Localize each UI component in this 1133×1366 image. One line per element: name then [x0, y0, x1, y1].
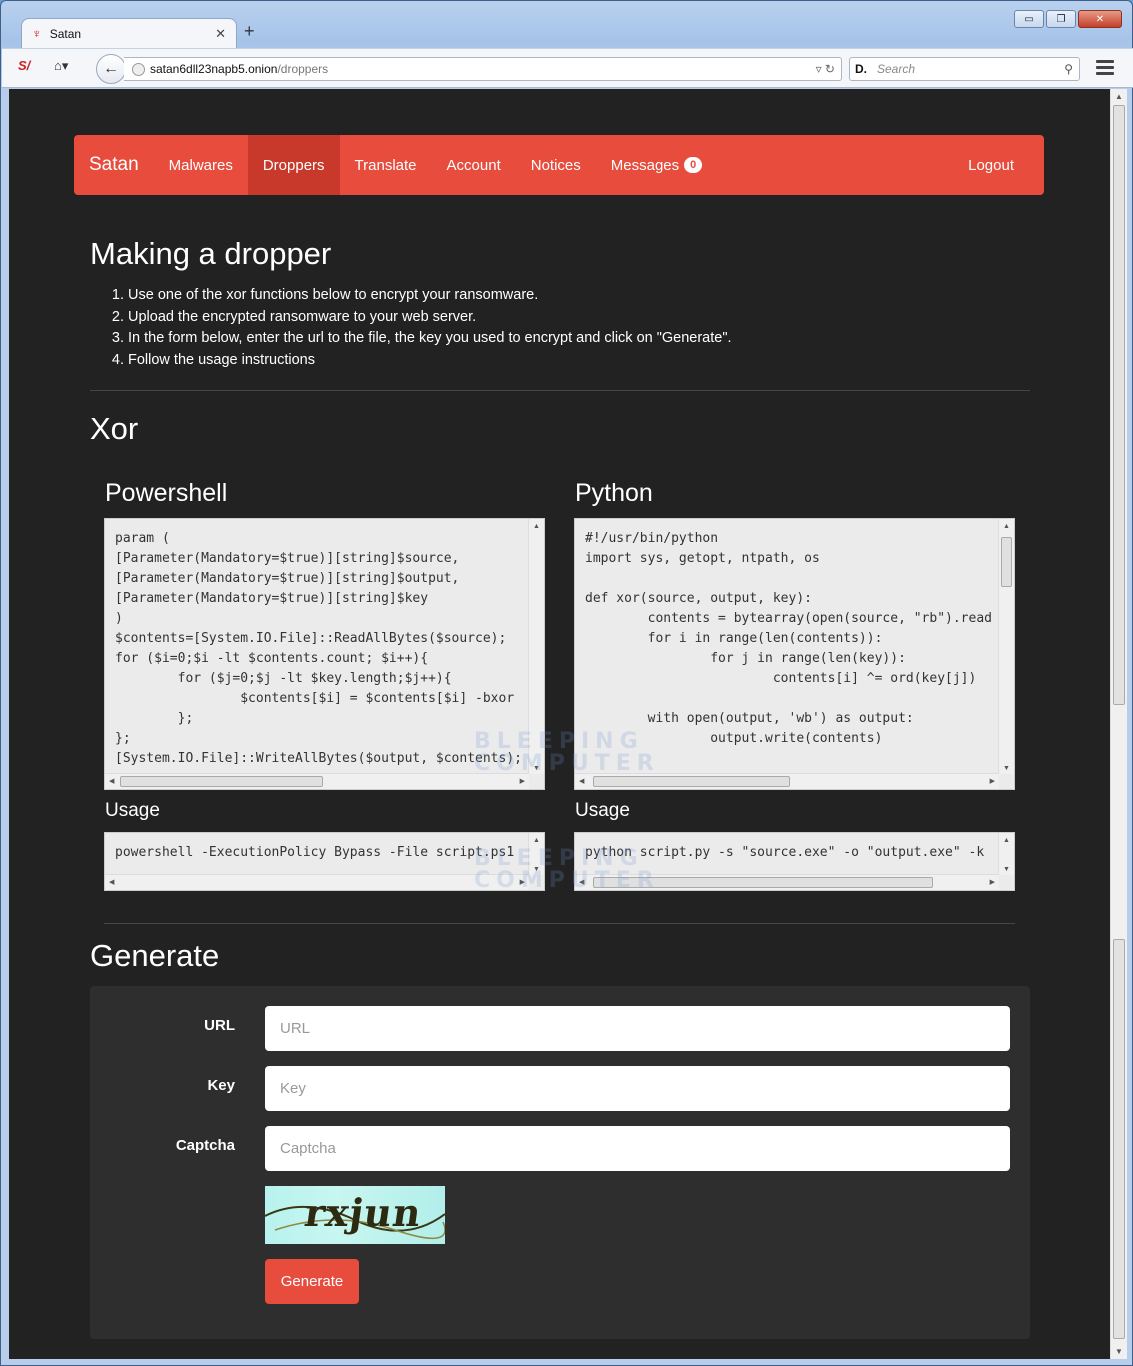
search-icon[interactable]: ⚲: [1064, 62, 1073, 76]
key-label: Key: [207, 1077, 235, 1094]
page-scrollbar[interactable]: ▲ ▼: [1110, 89, 1127, 1359]
reload-icon[interactable]: ▿ ↻: [816, 62, 835, 76]
python-title: Python: [575, 479, 653, 507]
powershell-vscroll[interactable]: ▲ ▼: [528, 519, 544, 774]
close-window-button[interactable]: ✕: [1078, 10, 1122, 28]
key-input[interactable]: [265, 1066, 1010, 1111]
captcha-text: rxjun: [301, 1190, 425, 1235]
address-bar[interactable]: satan6dll23napb5.onion/droppers ▿ ↻: [124, 57, 842, 81]
python-hscroll[interactable]: ◀ ▶: [575, 773, 999, 789]
nav-droppers[interactable]: Droppers: [247, 135, 340, 195]
python-usage-hscroll[interactable]: ◀ ▶: [575, 874, 999, 890]
back-button[interactable]: ←: [96, 54, 126, 84]
minimize-button[interactable]: ▭: [1014, 10, 1044, 28]
instruction-step: In the form below, enter the url to the …: [128, 328, 732, 350]
back-arrow-icon: ←: [103, 60, 119, 77]
python-usage-title: Usage: [575, 800, 630, 821]
maximize-button[interactable]: ❐: [1046, 10, 1076, 28]
search-engine-icon[interactable]: D.: [855, 62, 867, 76]
addon-si-icon[interactable]: S/: [18, 58, 30, 73]
nav-translate[interactable]: Translate: [340, 135, 432, 195]
globe-icon: [132, 62, 145, 76]
python-usage-code: python script.py -s "source.exe" -o "out…: [585, 845, 985, 860]
close-tab-icon[interactable]: ✕: [215, 26, 226, 42]
page-scrollbar-thumb-lower[interactable]: [1113, 939, 1125, 1339]
nav-messages-label: Messages: [610, 156, 680, 174]
page-viewport: Satan Malwares Droppers Translate Accoun…: [9, 89, 1110, 1359]
browser-tab[interactable]: ♆ Satan ✕: [21, 18, 237, 48]
nav-messages[interactable]: Messages 0: [596, 135, 718, 195]
powershell-usage-title: Usage: [105, 800, 160, 821]
powershell-title: Powershell: [105, 479, 228, 507]
instructions-list: Use one of the xor functions below to en…: [110, 285, 732, 371]
url-path: /droppers: [277, 62, 329, 76]
generate-form: URL Key Captcha rxjun Generate: [90, 986, 1030, 1339]
site-navbar: Satan Malwares Droppers Translate Accoun…: [74, 135, 1044, 195]
instruction-step: Follow the usage instructions: [128, 350, 732, 372]
browser-window: ▭ ❐ ✕ ♆ Satan ✕ + S/ ⌂▾ ← satan6dll23nap…: [0, 0, 1133, 1366]
devil-favicon-icon: ♆: [32, 26, 42, 41]
python-vscroll[interactable]: ▲ ▼: [998, 519, 1014, 774]
python-code: #!/usr/bin/python import sys, getopt, nt…: [585, 531, 992, 746]
powershell-usage-vscroll[interactable]: ▲ ▼: [528, 833, 544, 875]
messages-count-badge: 0: [684, 157, 703, 173]
python-usage-box[interactable]: python script.py -s "source.exe" -o "out…: [574, 832, 1015, 891]
powershell-usage-hscroll[interactable]: ◀ ▶: [105, 874, 529, 890]
powershell-hscroll[interactable]: ◀ ▶: [105, 773, 529, 789]
hamburger-menu-icon[interactable]: [1096, 60, 1114, 78]
captcha-label: Captcha: [175, 1137, 235, 1154]
site-brand[interactable]: Satan: [74, 135, 154, 195]
search-bar[interactable]: D. Search ⚲: [849, 57, 1080, 81]
nav-account[interactable]: Account: [432, 135, 516, 195]
window-controls: ▭ ❐ ✕: [1014, 10, 1122, 28]
generate-title: Generate: [90, 938, 220, 973]
nav-malwares[interactable]: Malwares: [154, 135, 248, 195]
powershell-code: param ( [Parameter(Mandatory=$true)][str…: [115, 531, 522, 766]
instruction-step: Upload the encrypted ransomware to your …: [128, 307, 732, 329]
url-input[interactable]: [265, 1006, 1010, 1051]
home-icon[interactable]: ⌂▾: [54, 58, 68, 74]
xor-title: Xor: [90, 411, 139, 446]
powershell-usage-box[interactable]: powershell -ExecutionPolicy Bypass -File…: [104, 832, 545, 891]
divider: [104, 923, 1015, 924]
tab-title: Satan: [49, 26, 82, 41]
page-scrollbar-thumb[interactable]: [1113, 105, 1125, 705]
captcha-input[interactable]: [265, 1126, 1010, 1171]
powershell-usage-code: powershell -ExecutionPolicy Bypass -File…: [115, 845, 515, 860]
python-usage-vscroll[interactable]: ▲ ▼: [998, 833, 1014, 875]
instruction-step: Use one of the xor functions below to en…: [128, 285, 732, 307]
nav-toolbar: S/ ⌂▾ ← satan6dll23napb5.onion/droppers …: [2, 48, 1133, 88]
python-code-box[interactable]: #!/usr/bin/python import sys, getopt, nt…: [574, 518, 1015, 790]
page-title: Making a dropper: [90, 236, 332, 271]
divider: [90, 390, 1030, 391]
powershell-code-box[interactable]: param ( [Parameter(Mandatory=$true)][str…: [104, 518, 545, 790]
nav-notices[interactable]: Notices: [516, 135, 596, 195]
search-placeholder: Search: [877, 62, 916, 76]
url-label: URL: [204, 1017, 235, 1034]
url-host: satan6dll23napb5.onion: [150, 62, 278, 76]
generate-button[interactable]: Generate: [265, 1259, 359, 1304]
new-tab-button[interactable]: +: [244, 21, 255, 42]
captcha-image: rxjun: [265, 1186, 445, 1244]
nav-logout[interactable]: Logout: [953, 135, 1044, 195]
